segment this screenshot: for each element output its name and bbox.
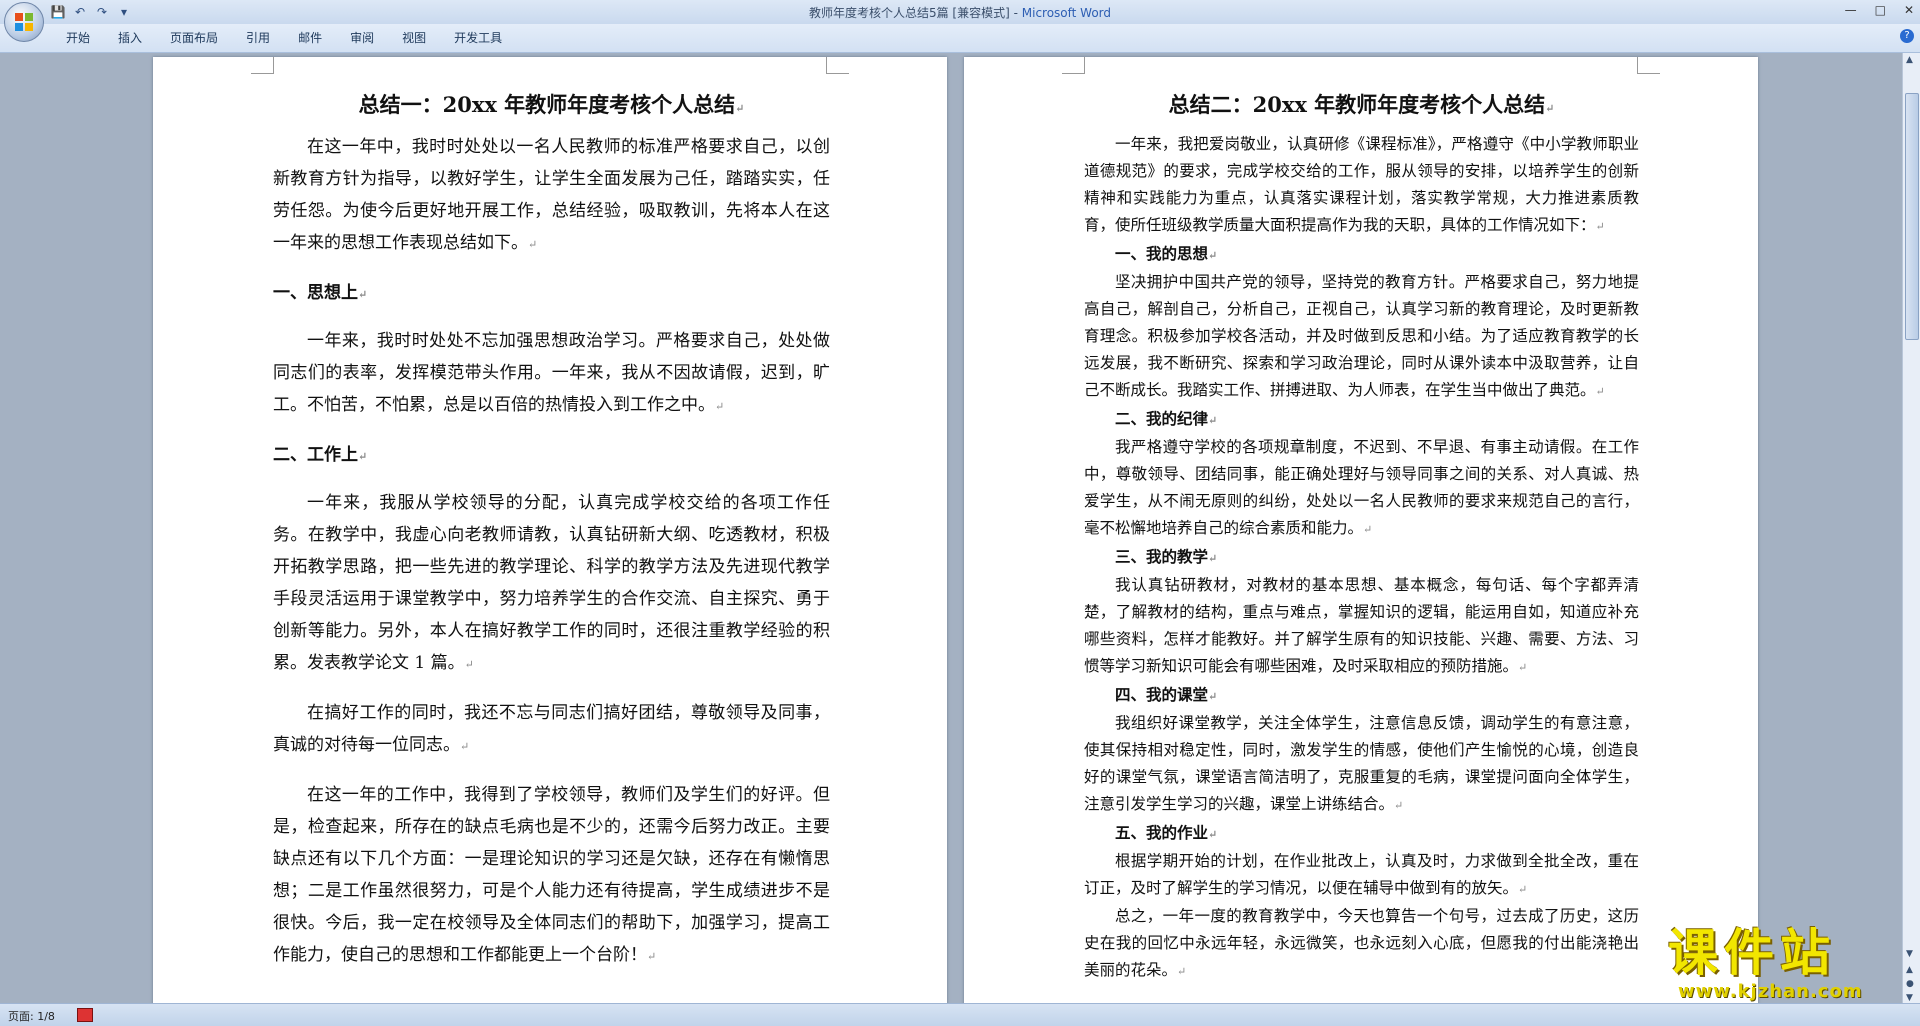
paragraph-text: 坚决拥护中国共产党的领导，坚持党的教育方针。严格要求自己，努力地提高自己，解剖自…: [1084, 273, 1639, 399]
minimize-icon[interactable]: —: [1845, 3, 1857, 17]
paragraph: 坚决拥护中国共产党的领导，坚持党的教育方针。严格要求自己，努力地提高自己，解剖自…: [1084, 269, 1639, 405]
ribbon: 开始 插入 页面布局 引用 邮件 审阅 视图 开发工具 ?: [0, 24, 1920, 53]
paragraph-text: 一年来，我把爱岗敬业，认真研修《课程标准》，严格遵守《中小学教师职业道德规范》的…: [1084, 135, 1639, 234]
paragraph: 一年来，我时时处处不忘加强思想政治学习。严格要求自己，处处做同志们的表率，发挥模…: [273, 325, 830, 423]
watermark-url: www.kjzhan.com: [1678, 981, 1863, 1002]
ribbon-tab[interactable]: 引用: [232, 30, 284, 46]
ribbon-tab[interactable]: 插入: [104, 30, 156, 46]
paragraph-mark: ↵: [464, 658, 474, 671]
paragraph-text: 四、我的课堂: [1115, 685, 1209, 704]
paragraph: 一年来，我把爱岗敬业，认真研修《课程标准》，严格遵守《中小学教师职业道德规范》的…: [1084, 131, 1639, 240]
paragraph-mark: ↵: [358, 450, 368, 463]
office-logo-icon: [15, 13, 33, 31]
paragraph-mark: ↵: [1394, 799, 1404, 812]
ribbon-tab[interactable]: 视图: [388, 30, 440, 46]
paragraph-text: 一、思想上: [273, 283, 358, 303]
paragraph-text: 总之，一年一度的教育教学中，今天也算告一个句号，过去成了历史，这历史在我的回忆中…: [1084, 907, 1639, 979]
margin-corner-mark: [1637, 57, 1660, 74]
paragraph: 在搞好工作的同时，我还不忘与同志们搞好团结，尊敬领导及同事，真诚的对待每一位同志…: [273, 697, 830, 763]
vertical-scrollbar[interactable]: ▲ ▼ ▲ ● ▼: [1902, 53, 1920, 1003]
paragraph-mark: ↵: [1208, 690, 1218, 703]
paragraph-mark: ↵: [1518, 661, 1528, 674]
paragraph: 总之，一年一度的教育教学中，今天也算告一个句号，过去成了历史，这历史在我的回忆中…: [1084, 903, 1639, 985]
paragraph-text: 在这一年中，我时时处处以一名人民教师的标准严格要求自己，以创新教育方针为指导，以…: [273, 137, 830, 253]
paragraph: 在这一年中，我时时处处以一名人民教师的标准严格要求自己，以创新教育方针为指导，以…: [273, 131, 830, 261]
ribbon-tab[interactable]: 邮件: [284, 30, 336, 46]
paragraph-text: 三、我的教学: [1115, 547, 1209, 566]
ribbon-tab[interactable]: 开始: [52, 30, 104, 46]
proofing-icon[interactable]: [77, 1008, 93, 1022]
paragraph: 我组织好课堂教学，关注全体学生，注意信息反馈，调动学生的有意注意，使其保持相对稳…: [1084, 710, 1639, 819]
page-content[interactable]: 总结一：20xx 年教师年度考核个人总结↵ 在这一年中，我时时处处以一名人民教师…: [273, 85, 830, 989]
paragraph-text: 二、工作上: [273, 445, 358, 465]
title-bar: 💾 ↶ ↷ ▾ 教师年度考核个人总结5篇 [兼容模式] - Microsoft …: [0, 0, 1920, 25]
section-heading: 二、我的纪律↵: [1084, 405, 1639, 434]
paragraph-mark: ↵: [647, 950, 657, 963]
paragraph-text: 五、我的作业: [1115, 823, 1209, 842]
paragraph-text: 我严格遵守学校的各项规章制度，不迟到、不早退、有事主动请假。在工作中，尊敬领导、…: [1084, 438, 1639, 537]
paragraph-text: 一年来，我时时处处不忘加强思想政治学习。严格要求自己，处处做同志们的表率，发挥模…: [273, 331, 830, 415]
document-area: 总结一：20xx 年教师年度考核个人总结↵ 在这一年中，我时时处处以一名人民教师…: [0, 53, 1903, 1003]
status-bar: 页面: 1/8: [0, 1003, 1920, 1026]
paragraph-mark: ↵: [358, 288, 368, 301]
paragraph: 我认真钻研教材，对教材的基本思想、基本概念，每句话、每个字都弄清楚，了解教材的结…: [1084, 572, 1639, 681]
paragraph-mark: ↵: [1595, 385, 1605, 398]
paragraph-mark: ↵: [1208, 828, 1218, 841]
window-controls: — □ ✕: [1845, 3, 1914, 17]
watermark-logo: 课件站 www.kjzhan.com: [1668, 925, 1908, 1003]
paragraph-text: 一、我的思想: [1115, 244, 1209, 263]
paragraph-text: 我组织好课堂教学，关注全体学生，注意信息反馈，调动学生的有意注意，使其保持相对稳…: [1084, 714, 1639, 813]
ribbon-tab[interactable]: 审阅: [336, 30, 388, 46]
margin-corner-mark: [1062, 57, 1085, 74]
paragraph: 一年来，我服从学校领导的分配，认真完成学校交给的各项工作任务。在教学中，我虚心向…: [273, 487, 830, 681]
margin-corner-mark: [251, 57, 274, 74]
watermark-title: 课件站: [1668, 924, 1836, 982]
paragraph-text: 二、我的纪律: [1115, 409, 1209, 428]
page-right: 总结二：20xx 年教师年度考核个人总结↵ 一年来，我把爱岗敬业，认真研修《课程…: [964, 57, 1758, 1003]
page-title: 总结一：20xx 年教师年度考核个人总结↵: [358, 92, 745, 117]
office-button[interactable]: [4, 2, 44, 42]
paragraph-text: 在搞好工作的同时，我还不忘与同志们搞好团结，尊敬领导及同事，真诚的对待每一位同志…: [273, 703, 830, 755]
paragraph-mark: ↵: [460, 740, 470, 753]
section-heading: 五、我的作业↵: [1084, 819, 1639, 848]
section-heading: 一、我的思想↵: [1084, 240, 1639, 269]
paragraph: 根据学期开始的计划，在作业批改上，认真及时，力求做到全批全改，重在订正，及时了解…: [1084, 848, 1639, 903]
paragraph-text: 我认真钻研教材，对教材的基本思想、基本概念，每句话、每个字都弄清楚，了解教材的结…: [1084, 576, 1639, 675]
page-content[interactable]: 总结二：20xx 年教师年度考核个人总结↵ 一年来，我把爱岗敬业，认真研修《课程…: [1084, 85, 1639, 985]
section-heading: 二、工作上↵: [273, 439, 830, 473]
section-heading: 一、思想上↵: [273, 277, 830, 311]
paragraph-mark: ↵: [1518, 883, 1528, 896]
paragraph: 在这一年的工作中，我得到了学校领导，教师们及学生们的好评。但是，检查起来，所存在…: [273, 779, 830, 973]
margin-corner-mark: [826, 57, 849, 74]
paragraph-text: 在这一年的工作中，我得到了学校领导，教师们及学生们的好评。但是，检查起来，所存在…: [273, 785, 830, 965]
scroll-up-icon[interactable]: ▲: [1906, 55, 1913, 65]
ribbon-tab[interactable]: 开发工具: [440, 30, 516, 46]
close-icon[interactable]: ✕: [1904, 3, 1914, 17]
paragraph-mark: ↵: [1595, 220, 1605, 233]
ribbon-tab[interactable]: 页面布局: [156, 30, 232, 46]
page-indicator[interactable]: 页面: 1/8: [8, 1008, 55, 1024]
paragraph-mark: ↵: [1208, 249, 1218, 262]
section-heading: 四、我的课堂↵: [1084, 681, 1639, 710]
ribbon-tabs: 开始 插入 页面布局 引用 邮件 审阅 视图 开发工具: [52, 30, 516, 46]
section-heading: 三、我的教学↵: [1084, 543, 1639, 572]
paragraph-mark: ↵: [1363, 523, 1373, 536]
help-icon[interactable]: ?: [1900, 29, 1914, 43]
paragraph-mark: ↵: [528, 238, 538, 251]
scrollbar-thumb[interactable]: [1905, 93, 1919, 340]
paragraph-text: 一年来，我服从学校领导的分配，认真完成学校交给的各项工作任务。在教学中，我虚心向…: [273, 493, 830, 673]
paragraph-text: 根据学期开始的计划，在作业批改上，认真及时，力求做到全批全改，重在订正，及时了解…: [1084, 852, 1639, 897]
maximize-icon[interactable]: □: [1875, 3, 1886, 17]
paragraph: 我严格遵守学校的各项规章制度，不迟到、不早退、有事主动请假。在工作中，尊敬领导、…: [1084, 434, 1639, 543]
page-title: 总结二：20xx 年教师年度考核个人总结↵: [1168, 92, 1555, 117]
paragraph-mark: ↵: [1208, 414, 1218, 427]
paragraph-mark: ↵: [1177, 965, 1187, 978]
page-left: 总结一：20xx 年教师年度考核个人总结↵ 在这一年中，我时时处处以一名人民教师…: [153, 57, 947, 1003]
window-title: 教师年度考核个人总结5篇 [兼容模式] - Microsoft Word: [808, 6, 1112, 20]
paragraph-mark: ↵: [715, 400, 725, 413]
paragraph-mark: ↵: [1208, 552, 1218, 565]
